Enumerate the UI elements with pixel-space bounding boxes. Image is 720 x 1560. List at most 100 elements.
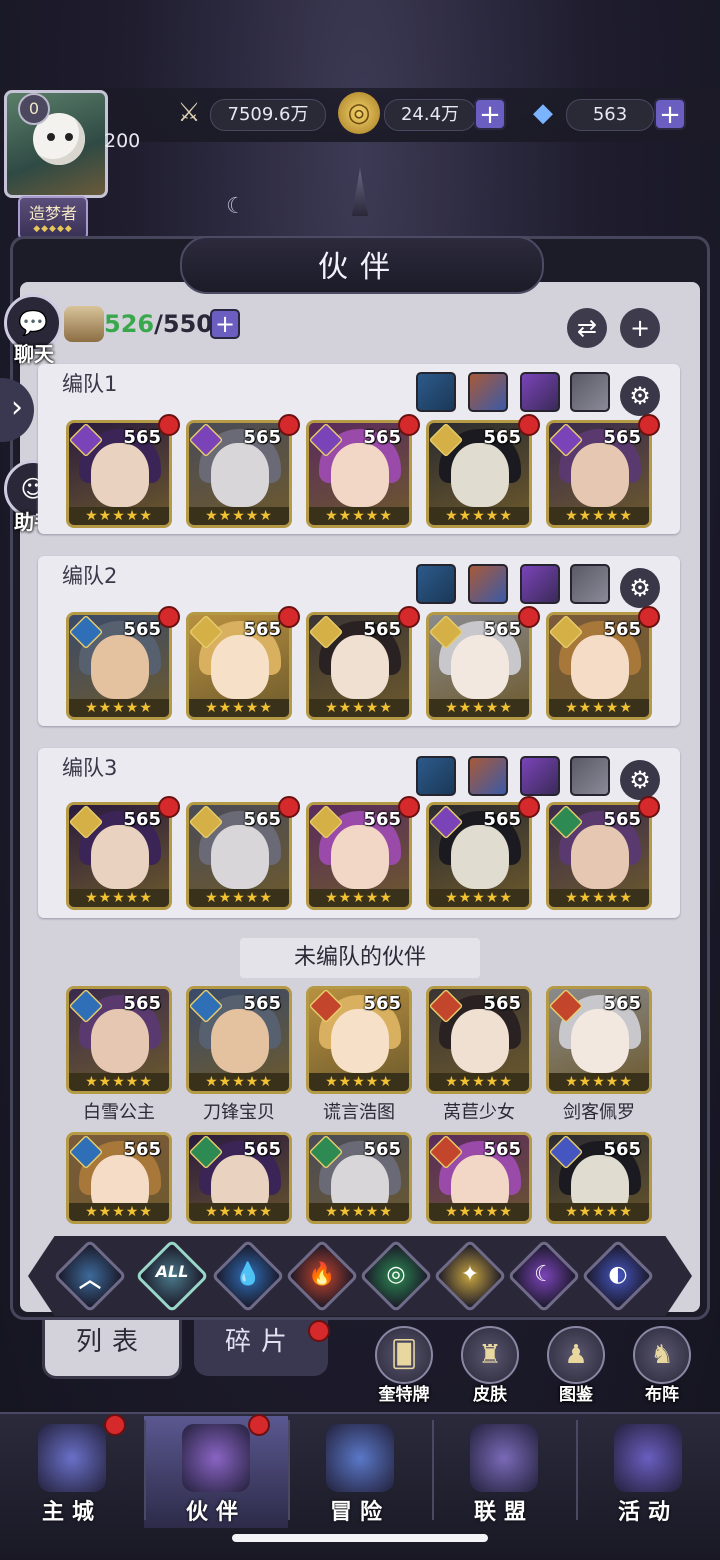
- hero-card[interactable]: 565 ★★★★★: [546, 1132, 652, 1224]
- hero-card[interactable]: 565 ★★★★★: [426, 1132, 532, 1224]
- hero-level: 565: [483, 427, 521, 448]
- swap-button[interactable]: ⇄: [567, 308, 607, 348]
- tool-label: 布阵: [645, 1385, 679, 1405]
- team-formation-icon[interactable]: [416, 372, 456, 412]
- hero-stars: ★★★★★: [549, 1073, 649, 1091]
- expand-roster-button[interactable]: +: [210, 309, 240, 339]
- hero-face: [211, 825, 269, 889]
- team-settings-button[interactable]: ⚙: [620, 376, 660, 416]
- notification-dot: [398, 414, 420, 436]
- hero-card[interactable]: 565 ★★★★★: [426, 420, 532, 528]
- hero-card[interactable]: 565 ★★★★★: [306, 612, 412, 720]
- add-diamond-button[interactable]: +: [654, 98, 686, 130]
- hero-face: [571, 443, 629, 507]
- player-title-plate[interactable]: 造梦者 ◆◆◆◆◆: [18, 196, 88, 240]
- hero-stars: ★★★★★: [429, 1203, 529, 1221]
- hero-card[interactable]: 565 ★★★★★: [546, 420, 652, 528]
- hero-stars: ★★★★★: [69, 507, 169, 525]
- team-empty-slot-icon[interactable]: [570, 564, 610, 604]
- castle-icon: [38, 1424, 106, 1492]
- nav-divider: [576, 1420, 578, 1520]
- hero-stars: ★★★★★: [309, 507, 409, 525]
- hero-card[interactable]: 565 ★★★★★: [426, 612, 532, 720]
- add-gold-button[interactable]: +: [474, 98, 506, 130]
- hero-card[interactable]: 565 ★★★★★: [66, 802, 172, 910]
- team-formation-icon[interactable]: [416, 756, 456, 796]
- hero-card[interactable]: 565 ★★★★★: [426, 986, 532, 1094]
- hero-level: 565: [603, 427, 641, 448]
- hero-stars: ★★★★★: [189, 1203, 289, 1221]
- team-element-icon[interactable]: [468, 756, 508, 796]
- team-element-icon[interactable]: [468, 372, 508, 412]
- filter-cosmos-icon: ◐: [608, 1262, 628, 1287]
- hero-card[interactable]: 565 ★★★★★: [306, 986, 412, 1094]
- diamond-value: 563: [566, 99, 654, 131]
- cards-icon: [614, 1424, 682, 1492]
- hero-card[interactable]: 565 ★★★★★: [66, 1132, 172, 1224]
- hero-stars: ★★★★★: [189, 889, 289, 907]
- notification-dot: [278, 796, 300, 818]
- swap-arrows-icon: ⇄: [576, 314, 598, 342]
- hero-card[interactable]: 565 ★★★★★: [546, 986, 652, 1094]
- tool-formation-button[interactable]: ♞ 布阵: [630, 1326, 694, 1405]
- hero-card[interactable]: 565 ★★★★★: [186, 612, 292, 720]
- tool-skin-button[interactable]: ♜ 皮肤: [458, 1326, 522, 1405]
- hero-level: 565: [603, 809, 641, 830]
- hero-face: [91, 443, 149, 507]
- plus-icon: +: [629, 314, 651, 342]
- team-element-icon[interactable]: [520, 756, 560, 796]
- hero-face: [331, 825, 389, 889]
- hero-card[interactable]: 565 ★★★★★: [186, 802, 292, 910]
- hero-face: [571, 635, 629, 699]
- hero-card[interactable]: 565 ★★★★★: [186, 420, 292, 528]
- filter-water-icon: 💧: [234, 1262, 262, 1287]
- hero-stars: ★★★★★: [69, 1203, 169, 1221]
- hero-card[interactable]: 565 ★★★★★: [66, 612, 172, 720]
- team-empty-slot-icon[interactable]: [570, 756, 610, 796]
- notification-dot: [104, 1414, 126, 1436]
- title-stars: ◆◆◆◆◆: [33, 224, 73, 234]
- hero-card[interactable]: 565 ★★★★★: [186, 986, 292, 1094]
- hero-stars: ★★★★★: [309, 889, 409, 907]
- team-settings-button[interactable]: ⚙: [620, 760, 660, 800]
- player-title: 造梦者: [28, 204, 77, 223]
- hero-level: 565: [483, 1139, 521, 1160]
- team-element-icon[interactable]: [520, 564, 560, 604]
- hero-card[interactable]: 565 ★★★★★: [66, 986, 172, 1094]
- team-empty-slot-icon[interactable]: [570, 372, 610, 412]
- nav-events[interactable]: 活动: [576, 1416, 720, 1528]
- team-name: 编队1: [62, 372, 118, 396]
- notification-dot: [518, 796, 540, 818]
- hero-card[interactable]: 565 ★★★★★: [306, 1132, 412, 1224]
- filter-light-icon: ✦: [460, 1262, 480, 1287]
- hero-face: [331, 443, 389, 507]
- team-name: 编队2: [62, 564, 118, 588]
- tool-codex-button[interactable]: ♟ 图鉴: [544, 1326, 608, 1405]
- filter-dark-icon: ☾: [534, 1262, 554, 1287]
- tab-list[interactable]: 列表: [42, 1320, 182, 1379]
- hero-card[interactable]: 565 ★★★★★: [546, 802, 652, 910]
- filter-fire-icon: 🔥: [308, 1262, 336, 1287]
- team-element-icon[interactable]: [520, 372, 560, 412]
- nav-alliance[interactable]: 联盟: [432, 1416, 576, 1528]
- notification-dot: [248, 1414, 270, 1436]
- team-formation-icon[interactable]: [416, 564, 456, 604]
- hero-card[interactable]: 565 ★★★★★: [186, 1132, 292, 1224]
- hero-name-label: 莴苣少女: [443, 1102, 515, 1123]
- hero-level: 565: [363, 993, 401, 1014]
- add-team-button[interactable]: +: [620, 308, 660, 348]
- hero-card[interactable]: 565 ★★★★★: [306, 420, 412, 528]
- hero-card[interactable]: 565 ★★★★★: [426, 802, 532, 910]
- codex-icon: ♟: [547, 1326, 605, 1384]
- team-element-icon[interactable]: [468, 564, 508, 604]
- gear-icon: ⚙: [629, 382, 651, 410]
- gold-value: 24.4万: [384, 99, 476, 131]
- hero-card[interactable]: 565 ★★★★★: [66, 420, 172, 528]
- team-settings-button[interactable]: ⚙: [620, 568, 660, 608]
- hero-card[interactable]: 565 ★★★★★: [306, 802, 412, 910]
- nav-adventure[interactable]: 冒险: [288, 1416, 432, 1528]
- notification-dot: [638, 606, 660, 628]
- hero-face: [451, 635, 509, 699]
- tool-quartet-button[interactable]: 🂠 奎特牌: [372, 1326, 436, 1405]
- hero-card[interactable]: 565 ★★★★★: [546, 612, 652, 720]
